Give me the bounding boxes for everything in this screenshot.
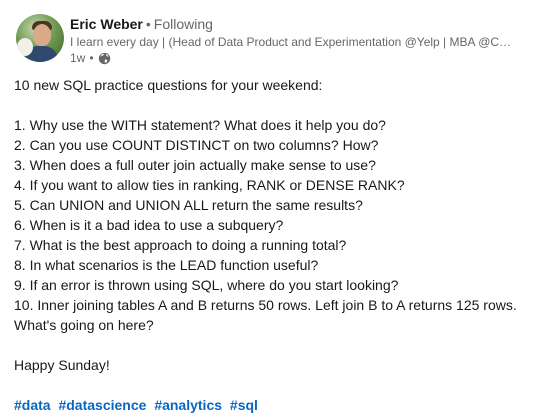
question-item: 10. Inner joining tables A and B returns… — [14, 297, 517, 333]
avatar-dog — [17, 38, 33, 56]
question-item: 9. If an error is thrown using SQL, wher… — [14, 277, 399, 293]
post-intro: 10 new SQL practice questions for your w… — [14, 77, 323, 93]
author-avatar[interactable] — [16, 14, 64, 62]
question-item: 8. In what scenarios is the LEAD functio… — [14, 257, 319, 273]
question-item: 6. When is it a bad idea to use a subque… — [14, 217, 284, 233]
author-headline[interactable]: I learn every day | (Head of Data Produc… — [70, 34, 514, 50]
post-signoff: Happy Sunday! — [14, 357, 110, 373]
name-separator: • — [145, 16, 151, 32]
hashtag-link[interactable]: #data — [14, 397, 51, 413]
post-header: Eric Weber • Following I learn every day |… — [70, 14, 520, 66]
hashtag-link[interactable]: #datascience — [58, 397, 146, 413]
globe-icon — [98, 52, 111, 65]
feed-post: Eric Weber • Following I learn every day |… — [0, 0, 538, 418]
author-name-line: Eric Weber • Following — [70, 14, 520, 34]
question-item: 1. Why use the WITH statement? What does… — [14, 117, 386, 133]
hashtag-row: #data #datascience #analytics #sql — [14, 395, 530, 415]
question-list: 1. Why use the WITH statement? What does… — [14, 115, 530, 335]
post-meta: 1w • — [70, 50, 520, 66]
avatar-face — [33, 24, 51, 46]
post-time[interactable]: 1w — [70, 50, 85, 66]
question-item: 2. Can you use COUNT DISTINCT on two col… — [14, 137, 379, 153]
question-item: 7. What is the best approach to doing a … — [14, 237, 347, 253]
hashtag-link[interactable]: #sql — [230, 397, 258, 413]
question-item: 3. When does a full outer join actually … — [14, 157, 376, 173]
question-item: 4. If you want to allow ties in ranking,… — [14, 177, 405, 193]
hashtag-link[interactable]: #analytics — [154, 397, 222, 413]
meta-separator: • — [89, 51, 94, 65]
author-name[interactable]: Eric Weber — [70, 16, 143, 32]
post-body: 10 new SQL practice questions for your w… — [14, 75, 530, 415]
follow-status: Following — [153, 16, 213, 32]
question-item: 5. Can UNION and UNION ALL return the sa… — [14, 197, 363, 213]
